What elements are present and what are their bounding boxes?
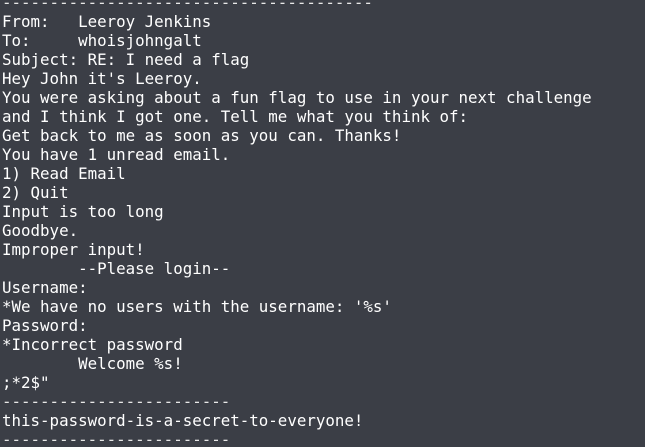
- welcome-line: Welcome %s!: [2, 354, 183, 373]
- separator-line: ---------------------------------------: [2, 0, 373, 12]
- email-body-line: Hey John it's Leeroy.: [2, 69, 202, 88]
- email-to-line: To: whoisjohngalt: [2, 31, 202, 50]
- email-from-line: From: Leeroy Jenkins: [2, 12, 212, 31]
- message-line: Goodbye.: [2, 221, 79, 240]
- separator-line: ------------------------: [2, 392, 231, 411]
- message-line: Input is too long: [2, 202, 164, 221]
- email-body-line: You were asking about a fun flag to use …: [2, 88, 592, 107]
- menu-option-read-email: 1) Read Email: [2, 164, 126, 183]
- email-body-line: and I think I got one. Tell me what you …: [2, 107, 469, 126]
- message-line: Improper input!: [2, 240, 145, 259]
- email-body-line: Get back to me as soon as you can. Thank…: [2, 126, 402, 145]
- password-prompt: Password:: [2, 316, 98, 335]
- message-line: ;*2$": [2, 373, 50, 392]
- email-subject-line: Subject: RE: I need a flag: [2, 50, 250, 69]
- message-line: *Incorrect password: [2, 335, 183, 354]
- separator-line: ------------------------: [2, 430, 231, 447]
- unread-count-line: You have 1 unread email.: [2, 145, 231, 164]
- secret-line: this-password-is-a-secret-to-everyone!: [2, 411, 364, 430]
- terminal-window[interactable]: --------------------------------------- …: [0, 0, 645, 447]
- menu-option-quit: 2) Quit: [2, 183, 69, 202]
- message-line: *We have no users with the username: '%s…: [2, 297, 392, 316]
- login-header-line: --Please login--: [2, 259, 231, 278]
- username-prompt: Username:: [2, 278, 98, 297]
